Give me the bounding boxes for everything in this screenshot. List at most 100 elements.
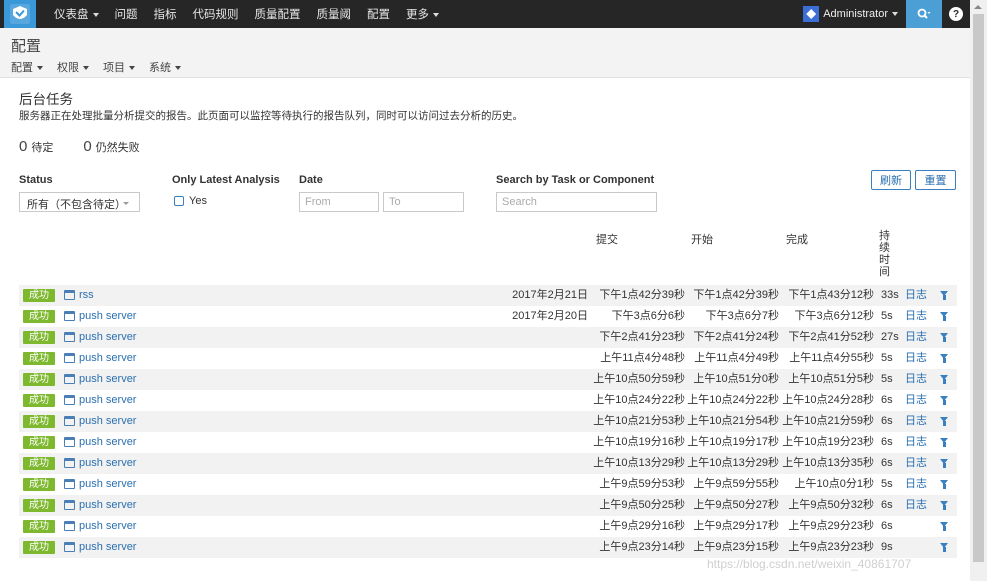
- filter-icon[interactable]: [940, 438, 948, 447]
- component-link[interactable]: push server: [79, 306, 136, 327]
- filter-icon[interactable]: [940, 312, 948, 321]
- component-link[interactable]: push server: [79, 327, 136, 348]
- filter-icon[interactable]: [940, 543, 948, 552]
- component-link[interactable]: push server: [79, 474, 136, 495]
- started-time: 下午2点41分24秒: [693, 331, 779, 343]
- date-filter-label: Date: [299, 174, 323, 186]
- started-time: 下午1点42分39秒: [693, 289, 779, 301]
- filter-icon[interactable]: [940, 480, 948, 489]
- pending-label: 待定: [31, 142, 54, 154]
- component-link[interactable]: push server: [79, 537, 136, 558]
- log-link[interactable]: 日志: [905, 327, 927, 348]
- nav-quality-gates[interactable]: 质量阈: [317, 6, 352, 22]
- status-filter-label: Status: [19, 174, 53, 186]
- chevron-down-icon: [892, 12, 898, 16]
- date-to-input[interactable]: [383, 192, 464, 212]
- page-scrollbar[interactable]: [970, 0, 987, 581]
- finished-time: 上午10点19分23秒: [782, 436, 874, 448]
- chevron-down-icon: [433, 12, 439, 17]
- section-description: 服务器正在处理批量分析提交的报告。此页面可以监控等待执行的报告队列，同时可以访问…: [19, 110, 523, 122]
- log-link[interactable]: 日志: [905, 285, 927, 306]
- component-link[interactable]: push server: [79, 411, 136, 432]
- finished-time: 上午9点50分32秒: [788, 499, 874, 511]
- status-select[interactable]: 所有（不包含待定）: [19, 192, 140, 212]
- task-date: 2017年2月21日: [512, 289, 588, 301]
- project-icon: [64, 437, 75, 447]
- nav-rules[interactable]: 代码规则: [193, 6, 239, 22]
- log-link[interactable]: 日志: [905, 453, 927, 474]
- component-link[interactable]: push server: [79, 453, 136, 474]
- pending-count: 0: [19, 138, 28, 155]
- subnav-security[interactable]: 权限: [57, 59, 89, 75]
- subnav-configuration[interactable]: 配置: [11, 59, 43, 75]
- search-input[interactable]: [496, 192, 657, 212]
- component-link[interactable]: rss: [79, 285, 94, 306]
- filter-icon[interactable]: [940, 459, 948, 468]
- scroll-up-arrow-icon[interactable]: [974, 5, 982, 9]
- submitted-time: 下午2点41分23秒: [599, 331, 685, 343]
- subnav-projects[interactable]: 项目: [103, 59, 135, 75]
- component-link[interactable]: push server: [79, 369, 136, 390]
- component-link[interactable]: push server: [79, 495, 136, 516]
- status-badge: 成功: [23, 457, 55, 470]
- component-link[interactable]: push server: [79, 348, 136, 369]
- table-row: 成功 push server 上午10点21分53秒 上午10点21分54秒 上午10点…: [19, 411, 957, 432]
- scroll-thumb[interactable]: [973, 14, 984, 562]
- log-link[interactable]: 日志: [905, 369, 927, 390]
- started-time: 上午10点19分17秒: [687, 436, 779, 448]
- duration: 6s: [881, 415, 893, 427]
- filter-icon[interactable]: [940, 522, 948, 531]
- section-title: 后台任务: [19, 92, 73, 107]
- component-link[interactable]: push server: [79, 516, 136, 537]
- help-button[interactable]: ?: [942, 0, 970, 28]
- main-menu: 仪表盘 问题 指标 代码规则 质量配置 质量阈 配置 更多: [54, 6, 455, 22]
- submitted-time: 上午9点59分53秒: [599, 478, 685, 490]
- status-badge: 成功: [23, 478, 55, 491]
- chevron-down-icon: [175, 66, 181, 71]
- started-time: 上午10点51分0秒: [693, 373, 779, 385]
- status-select-value: 所有（不包含待定）: [27, 199, 126, 211]
- duration: 6s: [881, 520, 893, 532]
- component-link[interactable]: push server: [79, 432, 136, 453]
- duration: 5s: [881, 373, 893, 385]
- log-link[interactable]: 日志: [905, 348, 927, 369]
- submitted-time: 上午10点50分59秒: [593, 373, 685, 385]
- filter-icon[interactable]: [940, 375, 948, 384]
- log-link[interactable]: 日志: [905, 495, 927, 516]
- nav-measures[interactable]: 指标: [154, 6, 177, 22]
- task-date: 2017年2月20日: [512, 310, 588, 322]
- filter-icon[interactable]: [940, 501, 948, 510]
- filter-icon[interactable]: [940, 396, 948, 405]
- user-menu[interactable]: Administrator: [803, 6, 898, 22]
- avatar: [803, 6, 820, 22]
- log-link[interactable]: 日志: [905, 411, 927, 432]
- nav-administration[interactable]: 配置: [367, 6, 390, 22]
- filter-icon[interactable]: [940, 354, 948, 363]
- nav-more[interactable]: 更多: [406, 6, 439, 22]
- checkbox-icon[interactable]: [174, 196, 184, 206]
- refresh-button[interactable]: 刷新: [871, 170, 911, 190]
- reset-button[interactable]: 重置: [915, 170, 956, 190]
- filter-icon[interactable]: [940, 291, 948, 300]
- submitted-time: 上午10点13分29秒: [593, 457, 685, 469]
- filter-icon[interactable]: [940, 417, 948, 426]
- filter-icon[interactable]: [940, 333, 948, 342]
- global-search-button[interactable]: [906, 0, 942, 28]
- date-from-input[interactable]: [299, 192, 379, 212]
- only-latest-checkbox-label: Yes: [189, 195, 207, 207]
- log-link[interactable]: 日志: [905, 474, 927, 495]
- only-latest-checkbox[interactable]: Yes: [174, 195, 207, 207]
- table-row: 成功 push server 上午9点59分53秒 上午9点59分55秒 上午10点0分…: [19, 474, 957, 495]
- sonarqube-logo-icon[interactable]: [4, 0, 36, 28]
- nav-quality-profiles[interactable]: 质量配置: [255, 6, 301, 22]
- component-link[interactable]: push server: [79, 390, 136, 411]
- log-link[interactable]: 日志: [905, 390, 927, 411]
- log-link[interactable]: 日志: [905, 432, 927, 453]
- status-badge: 成功: [23, 394, 55, 407]
- log-link[interactable]: 日志: [905, 306, 927, 327]
- only-latest-label: Only Latest Analysis: [172, 174, 280, 186]
- project-icon: [64, 521, 75, 531]
- nav-dashboards[interactable]: 仪表盘: [54, 6, 99, 22]
- nav-issues[interactable]: 问题: [115, 6, 138, 22]
- subnav-system[interactable]: 系统: [149, 59, 181, 75]
